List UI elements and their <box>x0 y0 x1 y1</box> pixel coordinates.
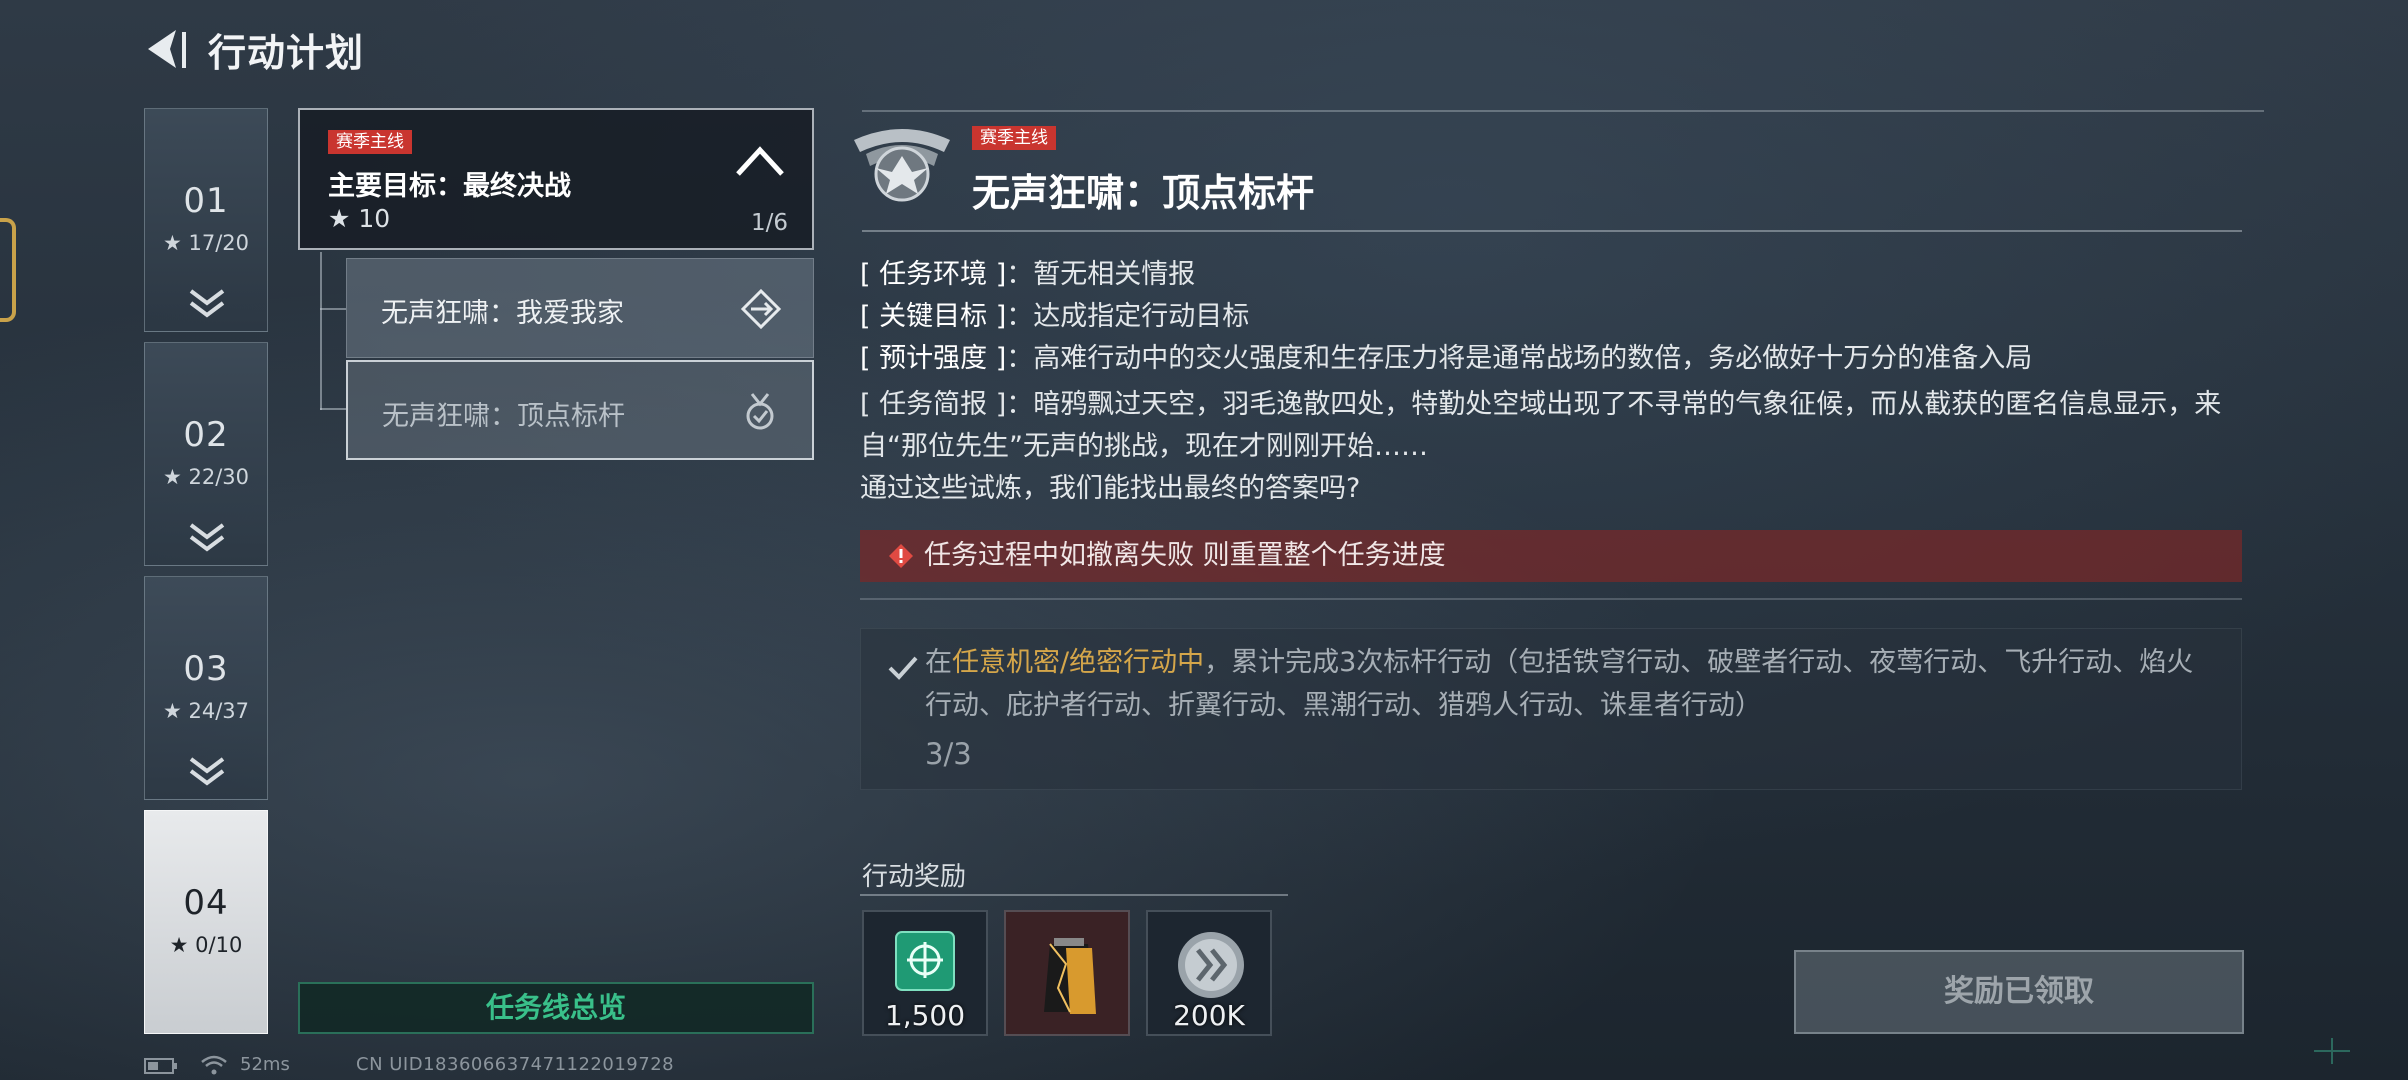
main-mission-stars: ★ 10 <box>328 204 391 233</box>
main-mission-card[interactable]: 赛季主线 主要目标：最终决战 ★ 10 1/6 <box>298 108 814 250</box>
divider <box>862 110 2264 112</box>
warning-icon <box>889 544 913 568</box>
chapter-tab-02[interactable]: 02 ★ 22/30 <box>144 342 268 566</box>
mission-overview-button[interactable]: 任务线总览 <box>298 982 814 1034</box>
gold-pouch-item-icon <box>1044 938 1096 1014</box>
reward-item[interactable]: 1,500 <box>862 910 988 1036</box>
battery-icon <box>144 1058 177 1074</box>
crosshair-icon <box>2314 1038 2350 1064</box>
sub-mission-title: 无声狂啸：顶点标杆 <box>382 401 625 432</box>
checkmark-icon <box>888 656 918 680</box>
eagle-emblem-icon <box>854 129 950 202</box>
reward-item[interactable] <box>1004 910 1130 1036</box>
back-arrow-icon[interactable] <box>142 24 188 74</box>
objective-progress: 3/3 <box>925 737 972 771</box>
silver-coin-item-icon <box>1178 932 1244 998</box>
season-tag: 赛季主线 <box>972 126 1056 150</box>
chapter-stars: ★ 24/37 <box>162 699 250 723</box>
wifi-icon <box>201 1055 227 1075</box>
chapter-number: 01 <box>183 181 229 221</box>
warning-text: 任务过程中如撤离失败 则重置整个任务进度 <box>924 540 1446 571</box>
main-mission-progress: 1/6 <box>750 210 788 236</box>
divider <box>862 230 2242 232</box>
info-intensity: [ 预计强度 ]：高难行动中的交火强度和生存压力将是通常战场的数倍，务必做好十万… <box>860 343 2033 374</box>
info-environment: [ 任务环境 ]：暂无相关情报 <box>860 259 1196 290</box>
chevron-double-down-icon <box>189 289 225 318</box>
rewards-label: 行动奖励 <box>862 862 967 892</box>
objective-card: 在任意机密/绝密行动中，累计完成3次标杆行动（包括铁穹行动、破壁者行动、夜莺行动… <box>860 628 2242 790</box>
rewards-claimed-button[interactable]: 奖励已领取 <box>1794 950 2244 1034</box>
diamond-arrow-icon <box>740 288 782 330</box>
tree-connector <box>320 308 346 310</box>
ping-readout: 52ms <box>240 1054 290 1075</box>
chapter-tab-04[interactable]: 04 ★ 0/10 <box>144 810 268 1034</box>
chapter-number: 04 <box>183 883 229 923</box>
reward-amount: 200K <box>1173 999 1245 1032</box>
chapter-number: 03 <box>183 649 229 689</box>
info-briefing: [ 任务简报 ]：暗鸦飘过天空，羽毛逸散四处，特勤处空域出现了不寻常的气象征候，… <box>860 389 2222 504</box>
sub-mission-title: 无声狂啸：我爱我家 <box>381 298 624 329</box>
objective-text: 在任意机密/绝密行动中，累计完成3次标杆行动（包括铁穹行动、破壁者行动、夜莺行动… <box>925 647 2194 721</box>
divider <box>860 598 2242 600</box>
chapter-tab-01[interactable]: 01 ★ 17/20 <box>144 108 268 332</box>
sub-mission-item-selected[interactable]: 无声狂啸：顶点标杆 <box>346 360 814 460</box>
user-uid: CN UID18360663747112201972­8 <box>356 1054 675 1075</box>
tree-connector <box>320 252 322 410</box>
chapter-stars: ★ 0/10 <box>169 933 243 957</box>
mission-detail-title: 无声狂啸：顶点标杆 <box>972 171 1315 215</box>
chapter-stars: ★ 17/20 <box>162 231 250 255</box>
main-mission-title: 主要目标：最终决战 <box>328 171 571 202</box>
green-emblem-item-icon <box>895 931 955 991</box>
warning-banner: 任务过程中如撤离失败 则重置整个任务进度 <box>860 530 2242 582</box>
briefing-question: 通过这些试炼，我们能找出最终的答案吗? <box>860 473 1361 504</box>
chevron-double-down-icon <box>189 523 225 552</box>
reward-item[interactable]: 200K <box>1146 910 1272 1036</box>
chapter-tab-03[interactable]: 03 ★ 24/37 <box>144 576 268 800</box>
objective-highlight: 任意机密/绝密行动中 <box>952 647 1205 678</box>
chevron-up-icon[interactable] <box>734 144 786 178</box>
chevron-double-down-icon <box>189 757 225 786</box>
tree-connector <box>320 408 346 410</box>
chapter-number: 02 <box>183 415 229 455</box>
divider <box>860 894 1288 896</box>
season-tag: 赛季主线 <box>328 130 412 154</box>
info-key-objective: [ 关键目标 ]：达成指定行动目标 <box>860 301 1250 332</box>
medal-check-icon <box>746 393 774 430</box>
chapter-stars: ★ 22/30 <box>162 465 250 489</box>
page-title: 行动计划 <box>208 31 365 75</box>
side-drawer-tab[interactable] <box>0 218 16 322</box>
reward-amount: 1,500 <box>884 999 966 1032</box>
sub-mission-item[interactable]: 无声狂啸：我爱我家 <box>346 258 814 358</box>
